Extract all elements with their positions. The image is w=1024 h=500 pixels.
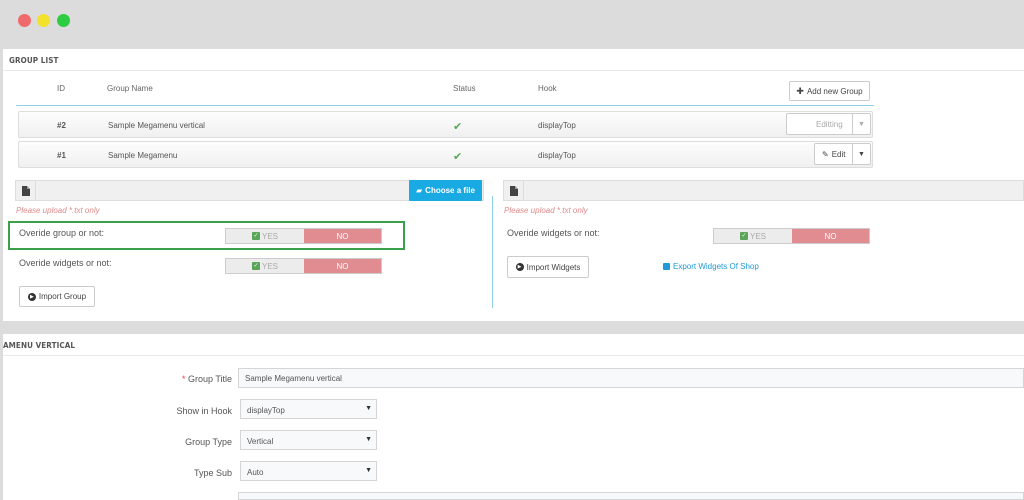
group-title-input[interactable]: Sample Megamenu vertical [238,368,1024,388]
row-hook: displayTop [538,151,576,160]
export-widgets-link[interactable]: Export Widgets Of Shop [663,262,759,271]
file-icon [16,181,36,200]
chevron-down-icon: ▼ [365,436,372,443]
window-titlebar [0,0,1024,48]
toggle-yes[interactable]: ✓ YES [714,229,792,243]
column-status: Status [453,84,476,93]
arrow-circle-icon: ▶ [515,263,524,271]
group-title-label-text: Group Title [187,374,232,384]
upload-hint: Please upload *.txt only [504,206,588,215]
toggle-no[interactable]: NO [304,259,381,273]
check-icon: ✓ [739,232,748,240]
editting-button[interactable]: Editting ▼ [786,113,871,135]
minimize-window-icon[interactable] [37,14,50,27]
next-field-input[interactable] [238,492,1024,500]
close-window-icon[interactable] [18,14,31,27]
chevron-down-icon[interactable]: ▼ [852,114,870,134]
table-row[interactable]: #1 Sample Megamenu ✔ displayTop ✎ Edit ▼ [18,141,873,168]
row-hook: displayTop [538,121,576,130]
chevron-down-icon: ▼ [365,405,372,412]
external-link-icon [663,263,670,270]
table-row[interactable]: #2 Sample Megamenu vertical ✔ displayTop… [18,111,873,138]
table-divider [16,105,874,106]
group-title-label: * Group Title [112,374,232,384]
editting-label: Editting [816,119,843,129]
chevron-down-icon[interactable]: ▼ [852,144,870,164]
import-group-button[interactable]: ▶ Import Group [19,286,95,307]
import-group-label: Import Group [38,292,87,301]
row-group-name: Sample Megamenu [108,151,178,160]
pencil-icon: ✎ [822,149,829,159]
group-type-value: Vertical [247,437,274,446]
highlight-frame [8,221,405,250]
type-sub-value: Auto [247,468,264,477]
group-type-label: Group Type [185,437,232,447]
edit-label: Edit [831,149,846,159]
choose-file-button[interactable]: ▰ Choose a file [409,180,482,201]
chevron-down-icon: ▼ [365,467,372,474]
show-in-hook-select[interactable]: displayTop ▼ [240,399,377,419]
show-in-hook-label: Show in Hook [176,406,232,416]
choose-file-label: Choose a file [425,186,475,195]
section-divider [492,196,493,308]
add-new-group-button[interactable]: ✚ Add new Group [789,81,870,101]
override-widgets-label: Overide widgets or not: [507,228,600,238]
upload-hint: Please upload *.txt only [16,206,100,215]
override-widgets-toggle[interactable]: ✓ YES NO [713,228,870,244]
arrow-circle-icon: ▶ [27,292,36,301]
edit-button[interactable]: ✎ Edit ▼ [814,143,871,165]
column-hook: Hook [538,84,557,93]
type-sub-label: Type Sub [193,468,232,478]
widgets-file-input[interactable] [503,180,1024,201]
group-list-title: GROUP LIST [3,49,1024,71]
override-widgets-label: Overide widgets or not: [19,258,112,268]
import-widgets-label: Import Widgets [526,262,581,272]
column-id: ID [57,84,65,93]
status-check-icon[interactable]: ✔ [453,120,462,133]
import-widgets-button[interactable]: ▶ Import Widgets [507,256,589,278]
add-new-group-label: Add new Group [806,86,863,96]
yes-label: YES [261,261,278,271]
toggle-yes[interactable]: ✓ YES [226,259,304,273]
row-id: #2 [57,121,66,130]
file-icon [504,181,524,200]
row-id: #1 [57,151,66,160]
form-title: AMENU VERTICAL [3,334,1024,356]
toggle-no[interactable]: NO [792,229,869,243]
check-icon: ✓ [251,262,260,270]
show-in-hook-value: displayTop [247,406,285,415]
export-widgets-label: Export Widgets Of Shop [673,262,759,271]
maximize-window-icon[interactable] [57,14,70,27]
override-widgets-toggle[interactable]: ✓ YES NO [225,258,382,274]
type-sub-select[interactable]: Auto ▼ [240,461,377,481]
yes-label: YES [749,231,766,241]
column-group-name: Group Name [107,84,153,93]
folder-icon: ▰ [416,186,423,195]
status-check-icon[interactable]: ✔ [453,150,462,163]
group-type-select[interactable]: Vertical ▼ [240,430,377,450]
plus-icon: ✚ [796,85,804,96]
row-group-name: Sample Megamenu vertical [108,121,205,130]
